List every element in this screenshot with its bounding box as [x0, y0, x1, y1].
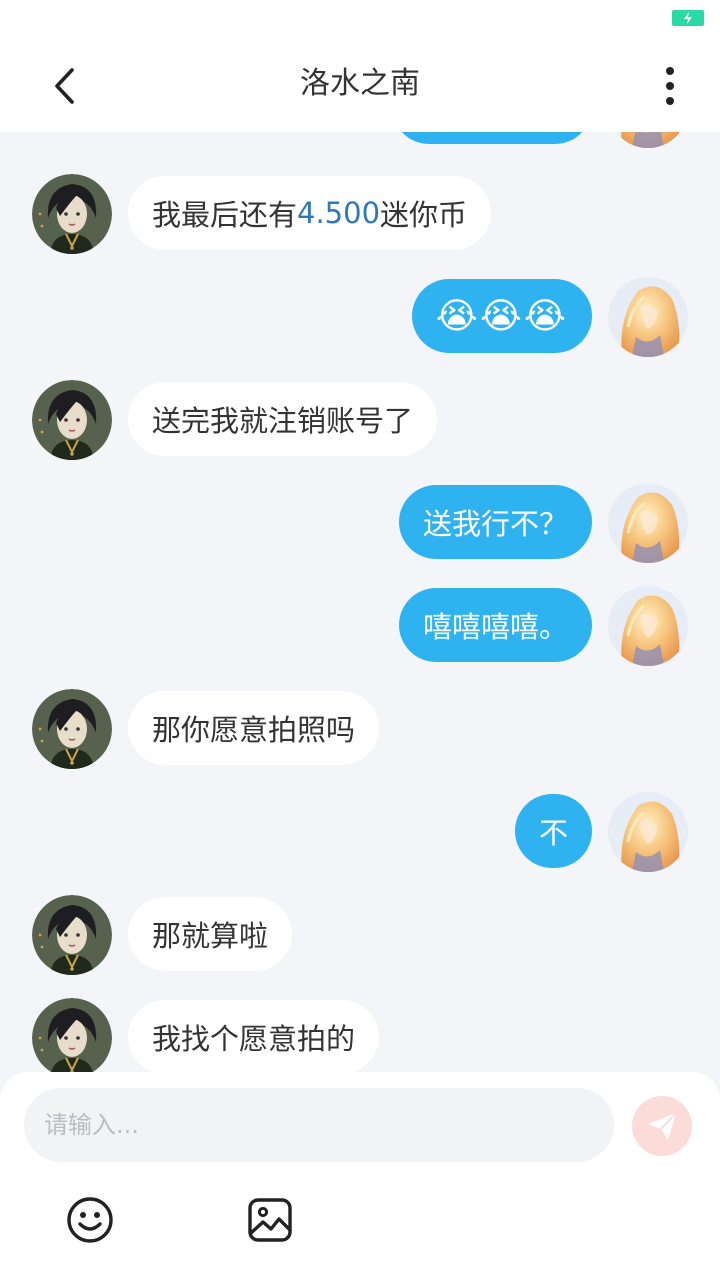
message-bubble[interactable]: 我找个愿意拍的 — [128, 1000, 380, 1072]
message-text: 嘻嘻嘻嘻。 — [422, 610, 568, 644]
avatar-self[interactable] — [608, 277, 688, 357]
composer-panel — [0, 1072, 720, 1280]
message-text: 不 — [538, 816, 568, 850]
message-text: 送我行不？ — [422, 507, 568, 541]
more-button[interactable] — [646, 62, 694, 110]
avatar-contact[interactable] — [32, 895, 112, 975]
avatar-self[interactable] — [608, 586, 688, 666]
message-row: 我找个愿意拍的 — [0, 998, 720, 1072]
avatar-contact[interactable] — [32, 174, 112, 254]
paper-plane-icon — [648, 1112, 677, 1140]
message-bubble[interactable]: 嘻嘻嘻嘻。 — [398, 588, 592, 662]
message-row: 😭😭😭 — [0, 277, 720, 357]
message-text: 送完我就注销账号了 — [152, 404, 414, 438]
message-bubble[interactable]: 送我行不？ — [398, 485, 592, 559]
image-button[interactable] — [244, 1194, 296, 1246]
message-bubble[interactable]: 😭😭😭 — [411, 279, 592, 353]
message-row: 嘻嘻嘻嘻。 — [0, 586, 720, 666]
message-text: 那你愿意拍照吗 — [152, 713, 356, 747]
message-row: 不 — [0, 792, 720, 872]
avatar-contact[interactable] — [32, 689, 112, 769]
avatar-contact[interactable] — [32, 998, 112, 1072]
message-text: 我最后还有 — [152, 198, 298, 232]
message-bubble[interactable]: 不 — [514, 794, 592, 868]
message-text: 我找个愿意拍的 — [152, 1022, 356, 1056]
message-bubble[interactable]: 我最后还有 4.500 迷你币 — [128, 176, 492, 250]
message-bubble-partial — [392, 132, 592, 144]
avatar-self[interactable] — [608, 132, 688, 148]
image-icon — [248, 1198, 292, 1242]
message-bubble[interactable]: 那你愿意拍照吗 — [128, 691, 380, 765]
message-row: 送完我就注销账号了 — [0, 380, 720, 460]
message-bubble[interactable]: 那就算啦 — [128, 897, 293, 971]
message-row: 我最后还有 4.500 迷你币 — [0, 174, 720, 254]
send-button[interactable] — [632, 1096, 692, 1156]
message-row: 那就算啦 — [0, 895, 720, 975]
message-list[interactable]: 我最后还有 4.500 迷你币 😭😭😭 送完我就注销账号了 送我行不？ 嘻嘻嘻嘻。 — [0, 132, 720, 1072]
message-input[interactable] — [24, 1088, 614, 1162]
message-highlight-number: 4.500 — [297, 196, 381, 230]
message-emoji: 😭😭😭 — [435, 295, 568, 337]
avatar-self[interactable] — [608, 483, 688, 563]
status-bar — [0, 0, 720, 40]
message-bubble[interactable]: 送完我就注销账号了 — [128, 382, 438, 456]
more-vertical-icon — [666, 67, 674, 105]
smiley-icon — [67, 1197, 113, 1243]
page-title: 洛水之南 — [300, 66, 420, 101]
message-row-partial — [0, 132, 720, 148]
message-row: 那你愿意拍照吗 — [0, 689, 720, 769]
avatar-contact[interactable] — [32, 380, 112, 460]
chat-header: 洛水之南 — [0, 40, 720, 132]
emoji-button[interactable] — [64, 1194, 116, 1246]
battery-charging-icon — [672, 10, 704, 26]
message-text: 那就算啦 — [152, 919, 269, 953]
message-text: 迷你币 — [380, 198, 468, 232]
avatar-self[interactable] — [608, 792, 688, 872]
message-row: 送我行不？ — [0, 483, 720, 563]
